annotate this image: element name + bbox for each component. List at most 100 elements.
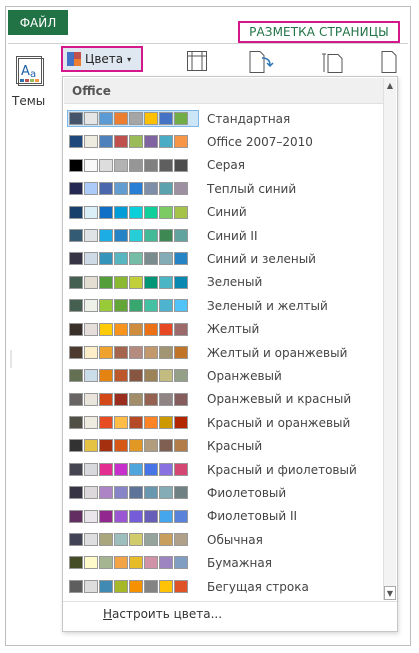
color-swatch xyxy=(99,322,113,336)
color-swatch-strip xyxy=(68,415,198,430)
color-swatch xyxy=(69,556,83,570)
color-scheme-item[interactable]: Фиолетовый II xyxy=(63,505,385,528)
color-swatch xyxy=(114,158,128,172)
color-swatch-strip xyxy=(68,298,198,313)
color-swatch xyxy=(174,275,188,289)
color-swatch-strip xyxy=(68,438,198,453)
section-header-office: Office xyxy=(64,78,384,104)
color-scheme-item[interactable]: Желтый и оранжевый xyxy=(63,341,385,364)
orientation-icon[interactable] xyxy=(248,50,274,74)
color-scheme-list: Стандартная Office 2007–2010 Серая Теплый с… xyxy=(63,107,385,598)
color-swatch xyxy=(129,299,143,313)
scroll-up-icon[interactable]: ▲ xyxy=(384,78,396,92)
color-palette-icon xyxy=(67,52,81,66)
color-swatch xyxy=(84,533,98,547)
color-swatch xyxy=(84,112,98,125)
color-swatch xyxy=(99,416,113,430)
color-scheme-item[interactable]: Красный и фиолетовый xyxy=(63,458,385,481)
print-area-icon[interactable] xyxy=(378,50,402,74)
color-scheme-item[interactable]: Фиолетовый xyxy=(63,481,385,504)
themes-button[interactable]: A a Темы xyxy=(10,52,52,112)
color-swatch-strip xyxy=(68,392,198,407)
color-scheme-item[interactable]: Синий и зеленый xyxy=(63,247,385,270)
color-scheme-item[interactable]: Зеленый xyxy=(63,271,385,294)
color-swatch xyxy=(129,416,143,430)
color-swatch xyxy=(114,228,128,242)
color-swatch xyxy=(99,112,113,125)
color-swatch xyxy=(144,509,158,523)
color-swatch xyxy=(159,345,173,359)
color-swatch xyxy=(114,509,128,523)
color-scheme-item[interactable]: Зеленый и желтый xyxy=(63,294,385,317)
color-swatch xyxy=(69,205,83,219)
color-scheme-label: Стандартная xyxy=(207,111,291,126)
color-scheme-item[interactable]: Бумажная xyxy=(63,551,385,574)
color-scheme-item[interactable]: Оранжевый и красный xyxy=(63,388,385,411)
color-swatch xyxy=(129,533,143,547)
color-swatch xyxy=(84,486,98,500)
color-scheme-item[interactable]: Обычная xyxy=(63,528,385,551)
color-scheme-item[interactable]: Серая xyxy=(63,154,385,177)
colors-button[interactable]: Цвета ▾ xyxy=(61,46,143,72)
color-swatch xyxy=(144,205,158,219)
color-scheme-item[interactable]: Теплый синий xyxy=(63,177,385,200)
color-swatch xyxy=(84,509,98,523)
color-swatch xyxy=(159,486,173,500)
color-swatch xyxy=(114,369,128,383)
color-swatch xyxy=(114,579,128,593)
color-swatch xyxy=(174,392,188,406)
color-swatch xyxy=(99,533,113,547)
color-scheme-item[interactable]: Стандартная xyxy=(63,107,385,130)
color-swatch xyxy=(174,416,188,430)
color-swatch xyxy=(84,416,98,430)
color-swatch-strip xyxy=(68,205,198,220)
color-swatch xyxy=(174,345,188,359)
customize-hotkey: Н xyxy=(103,607,113,621)
color-swatch xyxy=(159,416,173,430)
color-scheme-item[interactable]: Красный xyxy=(63,434,385,457)
tab-file[interactable]: ФАЙЛ xyxy=(8,10,68,35)
color-swatch xyxy=(129,369,143,383)
color-swatch xyxy=(129,182,143,196)
size-icon[interactable] xyxy=(322,50,346,74)
color-scheme-item[interactable]: Синий xyxy=(63,201,385,224)
color-swatch xyxy=(99,182,113,196)
customize-label: астроить цвета... xyxy=(112,607,223,621)
color-swatch xyxy=(144,416,158,430)
customize-colors-link[interactable]: Настроить цвета... xyxy=(103,607,222,621)
color-scheme-item[interactable]: Бегущая строка xyxy=(63,575,385,598)
color-swatch xyxy=(99,158,113,172)
color-scheme-item[interactable]: Желтый xyxy=(63,318,385,341)
color-swatch xyxy=(114,439,128,453)
color-swatch-strip xyxy=(68,228,198,243)
color-swatch-strip xyxy=(68,555,198,570)
margins-icon[interactable] xyxy=(186,50,208,72)
color-swatch xyxy=(144,486,158,500)
color-scheme-item[interactable]: Красный и оранжевый xyxy=(63,411,385,434)
color-scheme-item[interactable]: Office 2007–2010 xyxy=(63,130,385,153)
color-swatch-strip xyxy=(68,368,198,383)
color-scheme-label: Серая xyxy=(207,158,245,173)
scrollbar[interactable]: ▲ ▼ xyxy=(383,78,396,600)
scroll-down-icon[interactable]: ▼ xyxy=(384,586,396,600)
color-swatch xyxy=(129,205,143,219)
color-swatch xyxy=(69,509,83,523)
color-swatch xyxy=(159,439,173,453)
color-swatch xyxy=(84,299,98,313)
themes-label: Темы xyxy=(12,94,46,108)
color-swatch xyxy=(129,462,143,476)
color-scheme-label: Красный и фиолетовый xyxy=(207,462,357,477)
color-scheme-item[interactable]: Оранжевый xyxy=(63,364,385,387)
color-swatch xyxy=(129,158,143,172)
color-swatch xyxy=(99,509,113,523)
color-scheme-item[interactable]: Синий II xyxy=(63,224,385,247)
tab-page-layout[interactable]: РАЗМЕТКА СТРАНИЦЫ xyxy=(238,21,400,43)
color-swatch xyxy=(159,158,173,172)
color-scheme-label: Зеленый и желтый xyxy=(207,298,328,313)
color-swatch xyxy=(129,556,143,570)
color-scheme-label: Красный и оранжевый xyxy=(207,415,351,430)
color-scheme-label: Теплый синий xyxy=(207,181,297,196)
color-swatch xyxy=(99,462,113,476)
color-swatch xyxy=(174,462,188,476)
svg-text:a: a xyxy=(30,69,36,80)
